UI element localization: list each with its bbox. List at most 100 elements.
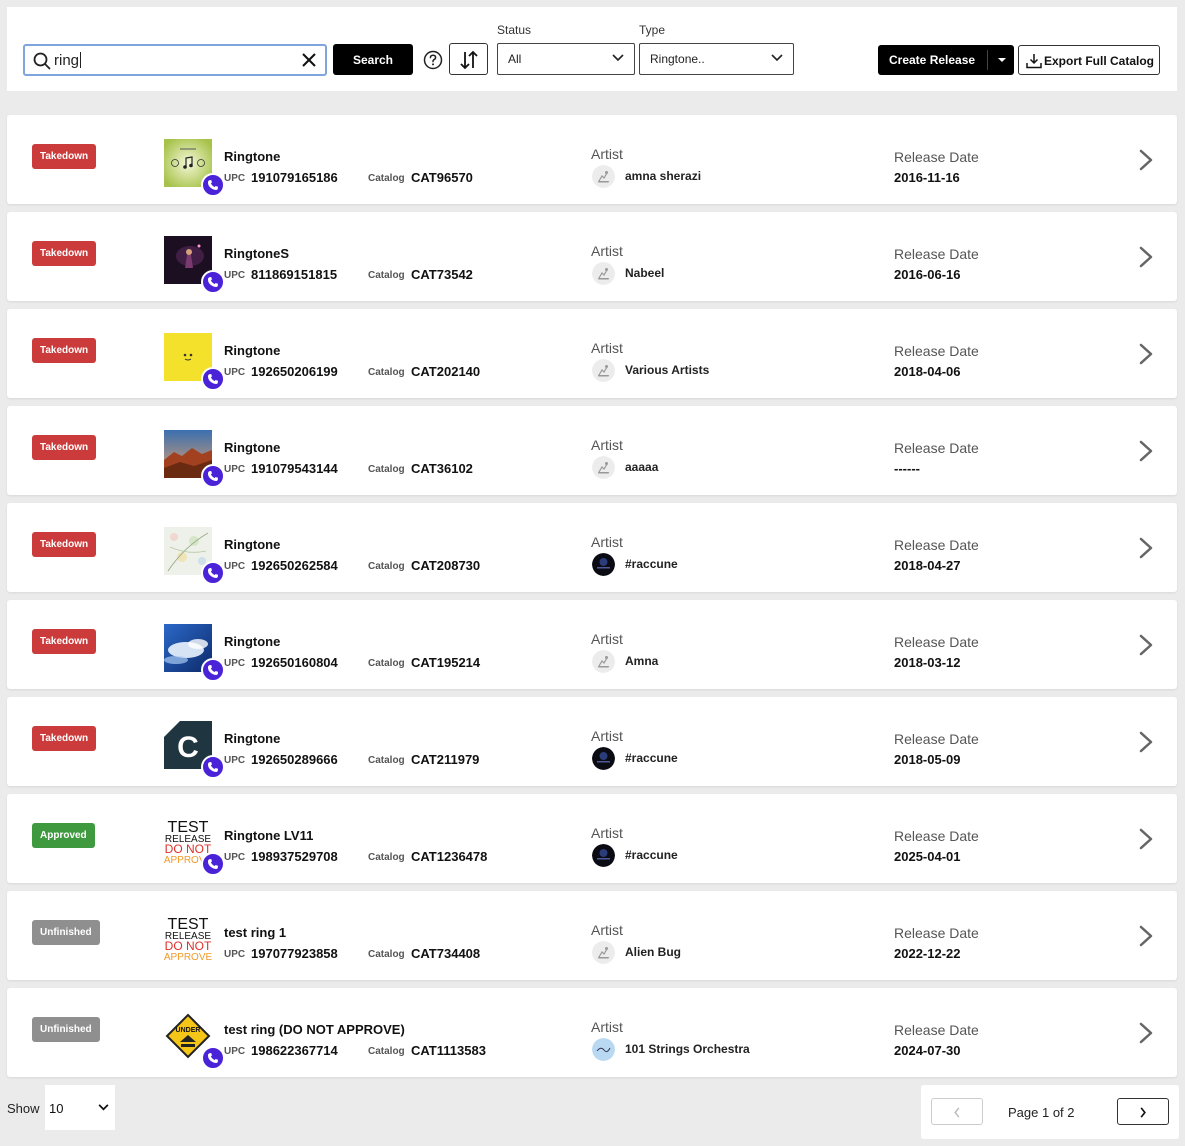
artist-avatar [592, 262, 615, 285]
sort-arrows-icon [460, 50, 478, 70]
release-date-value: 2024-07-30 [894, 1043, 961, 1058]
upc-value: 192650262584 [251, 558, 338, 573]
search-button[interactable]: Search [333, 44, 413, 75]
export-catalog-button[interactable]: Export Full Catalog [1018, 45, 1160, 75]
artist-header: Artist [591, 146, 623, 162]
release-row[interactable]: Takedown Ringtone UPC 192650206199 Catal… [7, 309, 1177, 398]
artist-header: Artist [591, 1019, 623, 1035]
artist-avatar [592, 844, 615, 867]
status-filter-select[interactable]: All [497, 43, 635, 75]
release-row[interactable]: Unfinished TEST RELEASE DO NOT APPROVE test… [7, 891, 1177, 980]
artist-name: #raccune [625, 848, 678, 862]
ringtone-phone-icon [201, 852, 225, 876]
catalog-value: CAT73542 [411, 267, 473, 282]
svg-text:DO NOT: DO NOT [165, 939, 212, 953]
release-date-value: 2018-03-12 [894, 655, 961, 670]
ringtone-phone-icon [201, 1046, 225, 1070]
release-title: test ring 1 [224, 925, 287, 940]
chevron-down-icon [612, 54, 624, 62]
artist-name: 101 Strings Orchestra [625, 1042, 750, 1056]
ringtone-phone-icon [201, 658, 225, 682]
release-row[interactable]: Takedown Ringtone UPC 192650160804 Catal… [7, 600, 1177, 689]
chevron-right-icon[interactable] [1138, 439, 1154, 463]
create-release-button[interactable]: Create Release [878, 45, 1014, 75]
type-filter-select[interactable]: Ringtone.. [639, 43, 794, 75]
release-artwork: TEST RELEASE DO NOT APPROVE [164, 915, 212, 963]
chevron-right-icon[interactable] [1138, 730, 1154, 754]
page-size-label: Show [7, 1101, 40, 1116]
release-date-header: Release Date [894, 828, 979, 844]
chevron-left-icon [954, 1107, 960, 1118]
release-title: Ringtone [224, 537, 281, 552]
catalog-label: Catalog [368, 561, 405, 572]
release-row[interactable]: Takedown Ringtone UPC 191079543144 Catal… [7, 406, 1177, 495]
search-input[interactable]: ring [23, 44, 327, 76]
artist-avatar [592, 553, 615, 576]
status-badge: Unfinished [32, 920, 100, 945]
chevron-right-icon[interactable] [1138, 1021, 1154, 1045]
page-size-select[interactable]: 10 [45, 1085, 115, 1130]
chevron-right-icon[interactable] [1138, 245, 1154, 269]
sort-button[interactable] [449, 43, 488, 75]
artist-header: Artist [591, 728, 623, 744]
chevron-right-icon[interactable] [1138, 633, 1154, 657]
release-date-header: Release Date [894, 343, 979, 359]
chevron-right-icon[interactable] [1138, 342, 1154, 366]
status-badge: Takedown [32, 726, 97, 751]
chevron-right-icon[interactable] [1138, 148, 1154, 172]
artist-avatar [592, 456, 615, 479]
export-catalog-label: Export Full Catalog [1044, 54, 1155, 68]
previous-page-button[interactable] [931, 1098, 983, 1125]
release-date-header: Release Date [894, 1022, 979, 1038]
chevron-right-icon[interactable] [1138, 536, 1154, 560]
svg-text:APPROVE: APPROVE [164, 952, 212, 963]
release-date-header: Release Date [894, 634, 979, 650]
release-date-header: Release Date [894, 246, 979, 262]
artist-avatar [592, 650, 615, 673]
artist-header: Artist [591, 631, 623, 647]
next-page-button[interactable] [1117, 1098, 1169, 1125]
catalog-value: CAT202140 [411, 364, 481, 379]
artist-name: Nabeel [625, 266, 665, 280]
help-icon[interactable] [423, 50, 443, 70]
catalog-value: CAT1236478 [411, 849, 488, 864]
clear-search-icon[interactable] [301, 52, 317, 68]
release-date-header: Release Date [894, 537, 979, 553]
upc-label: UPC [224, 173, 246, 184]
chevron-right-icon[interactable] [1138, 827, 1154, 851]
upc-value: 192650289666 [251, 752, 338, 767]
artist-name: #raccune [625, 557, 678, 571]
status-badge: Takedown [32, 338, 97, 363]
download-icon [1026, 54, 1042, 69]
caret-down-icon[interactable] [998, 58, 1006, 62]
release-row[interactable]: Takedown Ringtone UPC 191079165186 Catal… [7, 115, 1177, 204]
artist-name: #raccune [625, 751, 678, 765]
status-filter-value: All [508, 52, 522, 66]
catalog-value: CAT1113583 [411, 1043, 486, 1058]
type-filter-value: Ringtone.. [650, 52, 705, 66]
status-badge: Approved [32, 823, 95, 848]
status-badge: Unfinished [32, 1017, 100, 1042]
svg-text:UNDER: UNDER [176, 1027, 201, 1034]
release-date-header: Release Date [894, 149, 979, 165]
release-title: Ringtone LV11 [224, 828, 314, 843]
chevron-right-icon[interactable] [1138, 924, 1154, 948]
svg-text:C: C [177, 731, 199, 764]
catalog-label: Catalog [368, 173, 405, 184]
release-date-value: 2018-04-27 [894, 558, 961, 573]
artist-avatar [592, 747, 615, 770]
release-row[interactable]: Takedown C Ringtone UPC 192650289666 Cat… [7, 697, 1177, 786]
page-size-value: 10 [49, 1101, 64, 1116]
catalog-value: CAT195214 [411, 655, 481, 670]
upc-label: UPC [224, 270, 246, 281]
release-row[interactable]: Unfinished UNDER test ring (DO NOT APPRO… [7, 988, 1177, 1077]
artist-header: Artist [591, 922, 623, 938]
release-row[interactable]: Takedown Ringtone UPC 192650262584 Catal… [7, 503, 1177, 592]
release-row[interactable]: Takedown RingtoneS UPC 811869151815 Cata… [7, 212, 1177, 301]
artist-avatar [592, 165, 615, 188]
artist-name: aaaaa [625, 460, 659, 474]
release-title: Ringtone [224, 731, 281, 746]
release-row[interactable]: Approved TEST RELEASE DO NOT APPROVE Ringto… [7, 794, 1177, 883]
catalog-value: CAT36102 [411, 461, 473, 476]
pagination: Page 1 of 2 [921, 1085, 1179, 1139]
